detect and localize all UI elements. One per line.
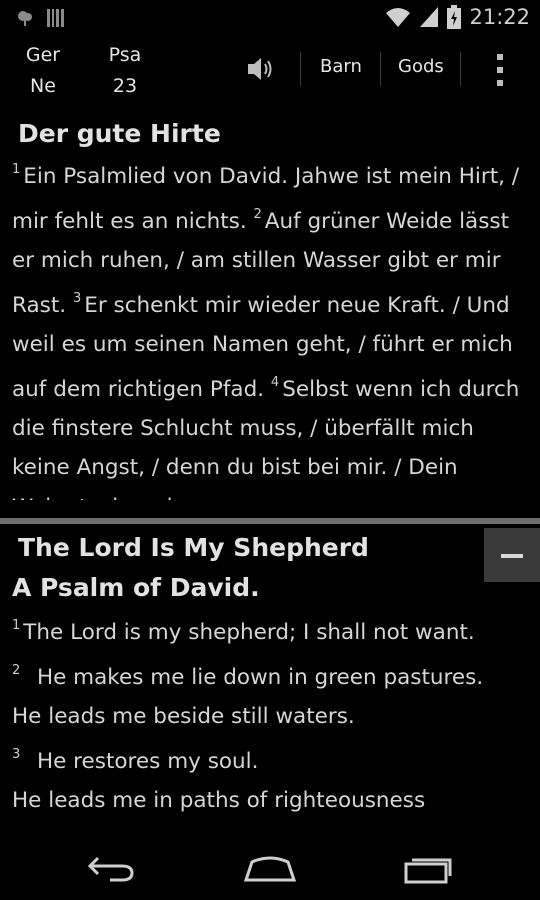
gods-button[interactable]: Gods [398,56,444,77]
section-heading: Der gute Hirte [18,119,221,148]
cell-signal-icon [419,6,439,28]
action-bar: Ger Ne Psa 23 Barn Gods [0,36,540,102]
speak-button[interactable] [244,54,276,84]
verse-number: 1 [12,618,21,633]
verse-text: 1 Ein Psalmlied von David. Jahwe ist mein… [0,152,540,500]
action-bar-divider [380,52,381,86]
verse-number: 1 [12,162,21,177]
overflow-dot-icon [497,80,503,86]
collapse-pane-button[interactable] [484,528,540,582]
verse: He leads me beside still waters. [12,704,355,730]
book-chapter-selector[interactable]: Psa 23 [90,40,160,102]
translation-abbrev-line1: Ger [25,44,61,66]
back-button[interactable] [82,850,142,886]
verse: He restores my soul. [36,748,259,774]
verse-line: He leads me in paths of righteousness [12,781,530,820]
home-icon [240,856,300,890]
verse-line: 1 The Lord is my shepherd; I shall not wa… [12,608,530,653]
barn-button[interactable]: Barn [320,56,362,77]
overflow-dot-icon [497,67,503,73]
pane-splitter[interactable] [0,518,540,524]
verse-line: 3 He restores my soul. [12,737,530,782]
verse: He leads me in paths of righteousness [12,788,426,814]
section-heading: The Lord Is My Shepherd [18,533,369,562]
battery-charging-icon [447,5,462,29]
clock-time: 21:22 [469,5,530,29]
verse-number: 4 [270,374,280,390]
verse-line: 2 He makes me lie down in green pastures… [12,653,530,698]
back-icon [82,856,142,890]
barcode-notification-icon [46,8,66,28]
verse-line: He leads me beside still waters. [12,697,530,736]
wifi-icon [385,6,411,28]
psalm-title: A Psalm of David. [12,573,260,602]
recent-apps-button[interactable] [398,850,458,886]
speaker-icon [244,58,276,88]
verse-number: 3 [12,746,21,762]
navigation-bar [0,836,540,900]
status-bar: 21:22 [0,0,540,36]
verse-number: 2 [12,662,21,678]
action-bar-divider [460,52,461,86]
minus-icon [501,554,523,558]
overflow-menu-button[interactable] [490,52,510,88]
verse: He makes me lie down in green pastures. [36,664,484,690]
recent-apps-icon [398,858,458,890]
tree-notification-icon [16,9,34,27]
verse-number: 2 [253,206,262,222]
verse-text: 1 The Lord is my shepherd; I shall not wa… [0,608,540,821]
verse-number: 3 [72,290,82,306]
chapter-number: 23 [112,75,138,97]
translation-selector[interactable]: Ger Ne [8,40,78,102]
overflow-dot-icon [497,54,503,60]
verse: The Lord is my shepherd; I shall not wan… [23,620,475,646]
action-bar-divider [300,52,301,86]
top-text-pane[interactable]: Der gute Hirte 1 Ein Psalmlied von David.… [0,108,540,500]
book-abbrev: Psa [108,44,142,66]
translation-abbrev-line2: Ne [30,75,56,97]
bottom-text-pane[interactable]: The Lord Is My Shepherd A Psalm of David… [0,528,540,828]
home-button[interactable] [240,850,300,886]
